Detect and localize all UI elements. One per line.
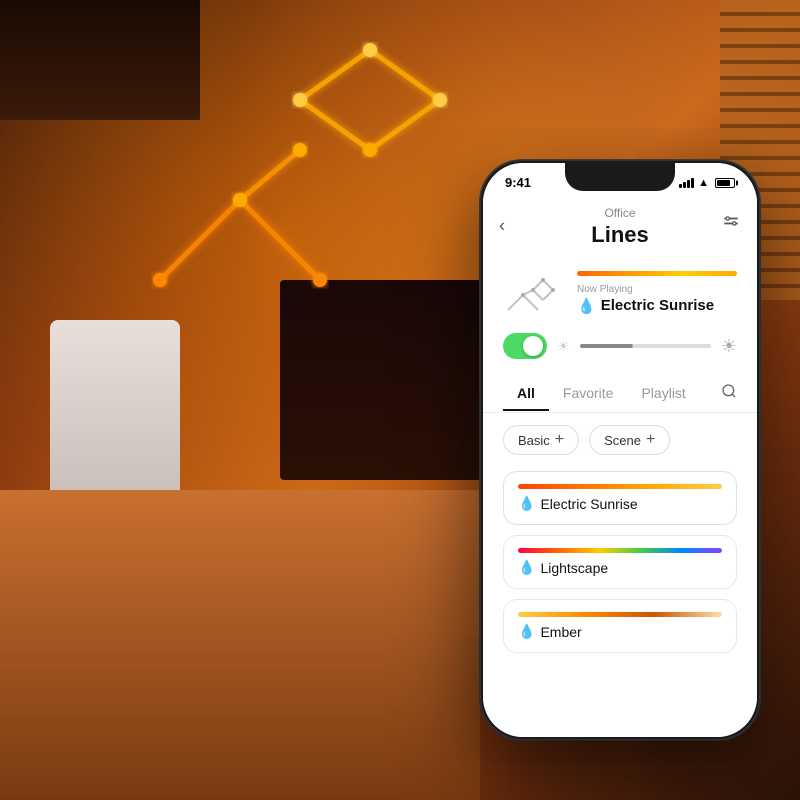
filter-scene[interactable]: Scene +: [589, 425, 670, 455]
phone-device: 9:41 ▲ ‹: [480, 160, 760, 740]
scene-card-electric-sunrise[interactable]: 💧 Electric Sunrise: [503, 471, 737, 525]
brightness-slider[interactable]: [580, 344, 711, 348]
drop-icon-electric: 💧: [518, 495, 535, 512]
brightness-low-icon: ☀: [557, 338, 570, 355]
scene-card-content-ember: 💧 Ember: [518, 612, 722, 640]
preview-scene-name: 💧 Electric Sunrise: [577, 297, 737, 315]
preview-color-bar: [577, 271, 737, 276]
lines-preview-icon: [503, 270, 563, 315]
phone-notch: [565, 163, 675, 191]
filter-row: Basic + Scene +: [483, 413, 757, 463]
scene-card-ember[interactable]: 💧 Ember: [503, 599, 737, 653]
status-icons: ▲: [679, 177, 735, 189]
drop-icon-lightscape: 💧: [518, 559, 535, 576]
back-button[interactable]: ‹: [499, 216, 505, 237]
now-playing-label: Now Playing: [577, 284, 737, 295]
battery-icon: [715, 178, 735, 188]
scene-card-name-lightscape: 💧 Lightscape: [518, 559, 722, 576]
header-title: Lines: [503, 222, 737, 248]
add-basic-icon: +: [555, 432, 564, 448]
app-content: ‹ Office Lines: [483, 194, 757, 737]
desk: [0, 490, 480, 800]
filter-basic[interactable]: Basic +: [503, 425, 579, 455]
ember-color-bar: [518, 612, 722, 617]
electric-sunrise-color-bar: [518, 484, 722, 489]
scene-card-lightscape[interactable]: 💧 Lightscape: [503, 535, 737, 589]
toggle-knob: [523, 336, 543, 356]
settings-button[interactable]: [721, 214, 741, 239]
header-location: Office: [503, 206, 737, 220]
lines-wall-art: [100, 20, 460, 320]
lightscape-color-bar: [518, 548, 722, 553]
app-header: ‹ Office Lines: [483, 194, 757, 258]
scene-card-content-electric: 💧 Electric Sunrise: [518, 484, 722, 512]
scene-list: 💧 Electric Sunrise 💧 Lightscape: [483, 463, 757, 737]
status-time: 9:41: [505, 175, 531, 190]
preview-info: Now Playing 💧 Electric Sunrise: [577, 271, 737, 315]
drop-icon-ember: 💧: [518, 623, 535, 640]
controls-row: ☀ ☀: [483, 327, 757, 369]
drop-icon: 💧: [577, 297, 596, 315]
signal-icon: [679, 178, 694, 188]
scene-preview: Now Playing 💧 Electric Sunrise: [483, 258, 757, 327]
scene-card-name-ember: 💧 Ember: [518, 623, 722, 640]
phone-screen: 9:41 ▲ ‹: [483, 163, 757, 737]
speaker: [50, 320, 180, 500]
tab-playlist[interactable]: Playlist: [627, 377, 699, 411]
power-toggle[interactable]: [503, 333, 547, 359]
tab-favorite[interactable]: Favorite: [549, 377, 628, 411]
add-scene-icon: +: [646, 432, 655, 448]
scene-card-content-lightscape: 💧 Lightscape: [518, 548, 722, 576]
search-tab-icon[interactable]: [721, 375, 737, 412]
tab-all[interactable]: All: [503, 377, 549, 411]
phone-wrapper: 9:41 ▲ ‹: [480, 160, 760, 740]
tabs-row: All Favorite Playlist: [483, 369, 757, 413]
brightness-high-icon: ☀: [721, 336, 737, 357]
scene-card-name-electric: 💧 Electric Sunrise: [518, 495, 722, 512]
wifi-icon: ▲: [698, 177, 709, 189]
